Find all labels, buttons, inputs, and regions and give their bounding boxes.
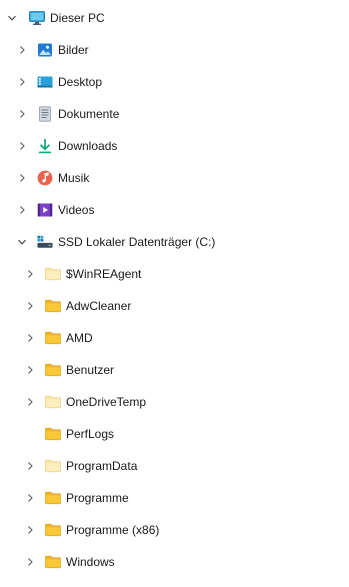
tree-item-folder[interactable]: Windows <box>0 546 349 578</box>
folder-icon <box>45 426 61 442</box>
folder-icon <box>45 458 61 474</box>
chevron-right-icon[interactable] <box>24 492 36 504</box>
chevron-right-icon[interactable] <box>24 396 36 408</box>
chevron-right-icon[interactable] <box>16 108 28 120</box>
tree-item-label: SSD Lokaler Datenträger (C:) <box>58 235 216 249</box>
documents-icon <box>37 106 53 122</box>
tree-item-folder[interactable]: Programme (x86) <box>0 514 349 546</box>
tree-item-folder[interactable]: ProgramData <box>0 450 349 482</box>
tree-item-label: Desktop <box>58 75 103 89</box>
pictures-icon <box>37 42 53 58</box>
chevron-right-icon[interactable] <box>24 332 36 344</box>
chevron-right-icon[interactable] <box>24 460 36 472</box>
tree-item-folder[interactable]: $WinREAgent <box>0 258 349 290</box>
folder-icon <box>45 394 61 410</box>
tree-item-label: Musik <box>58 171 90 185</box>
tree-item-folder[interactable]: OneDriveTemp <box>0 386 349 418</box>
tree-item-label: AdwCleaner <box>66 299 132 313</box>
tree-item-label: Dokumente <box>58 107 120 121</box>
chevron-right-icon[interactable] <box>24 524 36 536</box>
downloads-icon <box>37 138 53 154</box>
chevron-right-icon[interactable] <box>16 76 28 88</box>
tree-item-dokumente[interactable]: Dokumente <box>0 98 349 130</box>
chevron-right-icon[interactable] <box>24 364 36 376</box>
chevron-right-icon[interactable] <box>16 204 28 216</box>
tree-item-label: Downloads <box>58 139 118 153</box>
tree-item-label: Videos <box>58 203 95 217</box>
chevron-down-icon[interactable] <box>16 236 28 248</box>
chevron-down-icon[interactable] <box>6 12 18 24</box>
tree-item-dieser-pc[interactable]: Dieser PC <box>0 2 349 34</box>
tree-item-label: AMD <box>66 331 93 345</box>
folder-icon <box>45 266 61 282</box>
chevron-right-icon[interactable] <box>16 172 28 184</box>
monitor-icon <box>29 10 45 26</box>
chevron-right-icon[interactable] <box>16 140 28 152</box>
tree-item-label: Dieser PC <box>50 11 105 25</box>
tree-item-desktop[interactable]: Desktop <box>0 66 349 98</box>
folder-icon <box>45 330 61 346</box>
tree-item-label: $WinREAgent <box>66 267 142 281</box>
tree-item-folder[interactable]: AMD <box>0 322 349 354</box>
drive-icon <box>37 234 53 250</box>
folder-icon <box>45 522 61 538</box>
tree-item-videos[interactable]: Videos <box>0 194 349 226</box>
tree-item-folder[interactable]: Programme <box>0 482 349 514</box>
folder-icon <box>45 554 61 570</box>
tree-item-label: Programme <box>66 491 129 505</box>
chevron-right-icon[interactable] <box>24 300 36 312</box>
tree-item-label: Benutzer <box>66 363 115 377</box>
tree-item-drive-c[interactable]: SSD Lokaler Datenträger (C:) <box>0 226 349 258</box>
tree-item-musik[interactable]: Musik <box>0 162 349 194</box>
tree-item-folder[interactable]: Benutzer <box>0 354 349 386</box>
chevron-right-icon[interactable] <box>24 268 36 280</box>
folder-icon <box>45 490 61 506</box>
tree-item-bilder[interactable]: Bilder <box>0 34 349 66</box>
chevron-right-icon[interactable] <box>24 556 36 568</box>
tree-item-label: Windows <box>66 555 115 569</box>
desktop-icon <box>37 74 53 90</box>
tree-item-label: OneDriveTemp <box>66 395 147 409</box>
tree-item-folder[interactable]: AdwCleaner <box>0 290 349 322</box>
folder-icon <box>45 362 61 378</box>
videos-icon <box>37 202 53 218</box>
chevron-right-icon[interactable] <box>16 44 28 56</box>
tree-item-folder[interactable]: PerfLogs <box>0 418 349 450</box>
folder-icon <box>45 298 61 314</box>
tree-item-label: Programme (x86) <box>66 523 160 537</box>
tree-item-label: ProgramData <box>66 459 138 473</box>
tree-item-label: Bilder <box>58 43 89 57</box>
tree-item-downloads[interactable]: Downloads <box>0 130 349 162</box>
tree-item-label: PerfLogs <box>66 427 115 441</box>
music-icon <box>37 170 53 186</box>
